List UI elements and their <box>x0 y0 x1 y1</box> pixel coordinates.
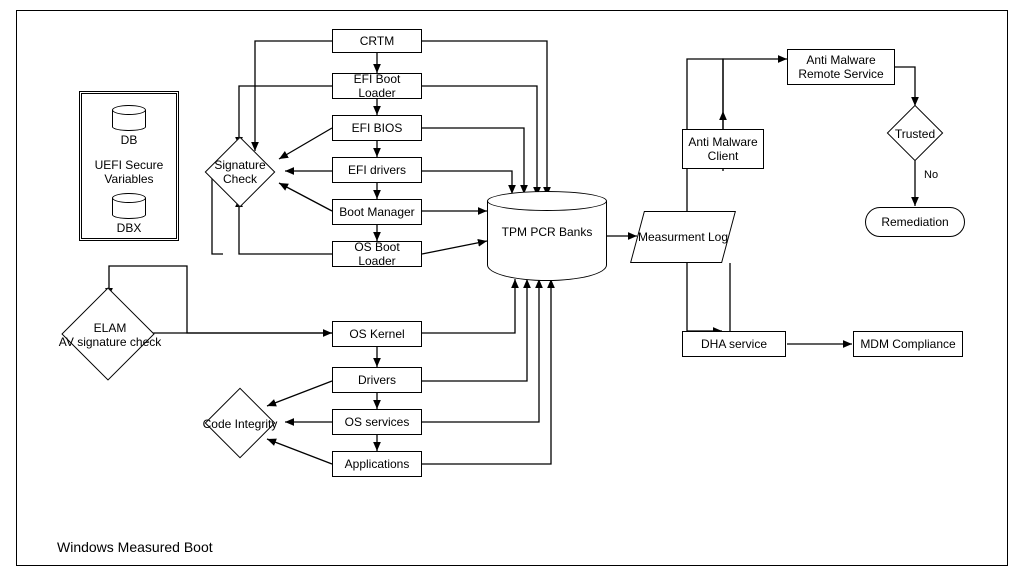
anti-malware-client-label: Anti Malware Client <box>687 135 759 164</box>
anti-malware-remote-box: Anti Malware Remote Service <box>787 49 895 85</box>
applications-box: Applications <box>332 451 422 477</box>
boot-manager-label: Boot Manager <box>339 205 414 219</box>
elam-label: ELAM AV signature check <box>51 315 169 355</box>
drivers-box: Drivers <box>332 367 422 393</box>
measurement-log-label: Measurment Log <box>637 211 729 263</box>
tpm-pcr-banks-label: TPM PCR Banks <box>487 225 607 239</box>
efi-boot-loader-label: EFI Boot Loader <box>337 72 417 101</box>
diagram-title: Windows Measured Boot <box>57 539 213 555</box>
os-kernel-label: OS Kernel <box>349 327 404 341</box>
os-kernel-box: OS Kernel <box>332 321 422 347</box>
dbx-label: DBX <box>112 221 146 235</box>
anti-malware-remote-label: Anti Malware Remote Service <box>792 53 890 82</box>
trusted-label: Trusted <box>881 124 949 144</box>
os-boot-loader-box: OS Boot Loader <box>332 241 422 267</box>
drivers-label: Drivers <box>358 373 396 387</box>
efi-drivers-label: EFI drivers <box>348 163 406 177</box>
os-services-box: OS services <box>332 409 422 435</box>
dha-service-label: DHA service <box>701 337 767 351</box>
efi-boot-loader-box: EFI Boot Loader <box>332 73 422 99</box>
os-services-label: OS services <box>345 415 410 429</box>
mdm-compliance-label: MDM Compliance <box>860 337 955 351</box>
code-integrity-label: Code Integrity <box>195 411 285 437</box>
efi-bios-box: EFI BIOS <box>332 115 422 141</box>
mdm-compliance-box: MDM Compliance <box>853 331 963 357</box>
remediation-label: Remediation <box>881 215 948 229</box>
dbx-cylinder <box>112 193 146 219</box>
os-boot-loader-label: OS Boot Loader <box>337 240 417 269</box>
applications-label: Applications <box>345 457 410 471</box>
crtm-label: CRTM <box>360 34 394 48</box>
trusted-no-label: No <box>922 169 940 181</box>
efi-drivers-box: EFI drivers <box>332 157 422 183</box>
signature-check-label: Signature Check <box>197 159 283 185</box>
remediation-terminator: Remediation <box>865 207 965 237</box>
boot-manager-box: Boot Manager <box>332 199 422 225</box>
anti-malware-client-box: Anti Malware Client <box>682 129 764 169</box>
db-cylinder <box>112 105 146 131</box>
diagram-frame: DB UEFI Secure Variables DBX Signature C… <box>16 10 1008 566</box>
uefi-group-label: UEFI Secure Variables <box>83 157 175 187</box>
db-label: DB <box>112 133 146 147</box>
crtm-box: CRTM <box>332 29 422 53</box>
dha-service-box: DHA service <box>682 331 786 357</box>
efi-bios-label: EFI BIOS <box>352 121 403 135</box>
